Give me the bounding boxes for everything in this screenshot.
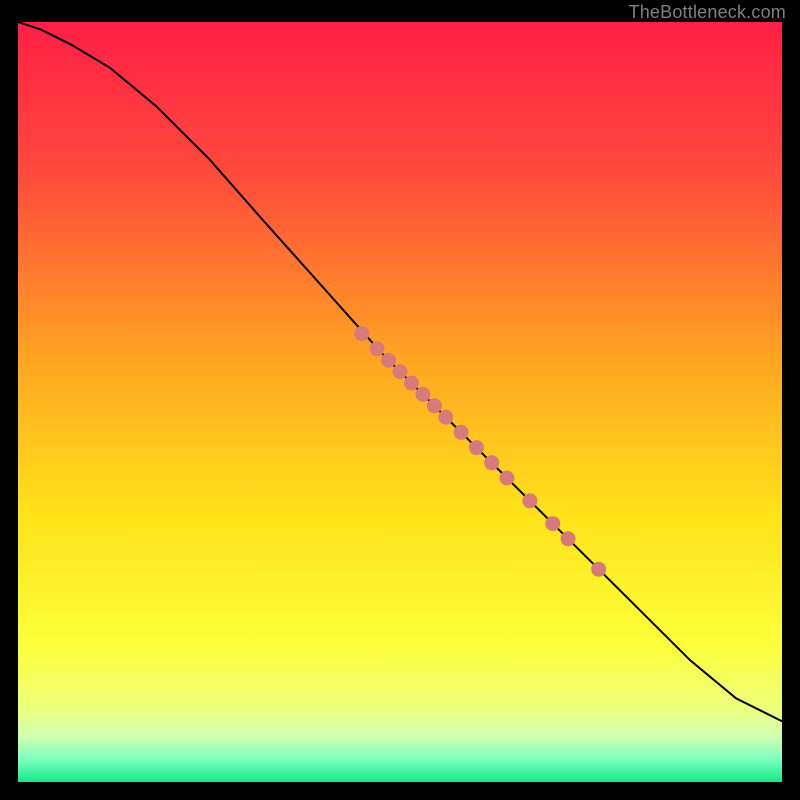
data-marker: [522, 493, 537, 508]
data-marker: [381, 353, 396, 368]
data-marker: [561, 531, 576, 546]
data-marker: [404, 376, 419, 391]
data-marker: [393, 364, 408, 379]
attribution-label: TheBottleneck.com: [629, 2, 786, 23]
chart-frame: TheBottleneck.com: [0, 0, 800, 800]
data-marker: [415, 387, 430, 402]
data-marker: [427, 398, 442, 413]
gradient-background: [18, 22, 782, 782]
data-marker: [484, 455, 499, 470]
data-marker: [545, 516, 560, 531]
data-marker: [469, 440, 484, 455]
data-marker: [354, 326, 369, 341]
data-marker: [370, 341, 385, 356]
data-marker: [499, 471, 514, 486]
plot-area: [18, 22, 782, 782]
data-marker: [454, 425, 469, 440]
chart-svg: [18, 22, 782, 782]
data-marker: [438, 410, 453, 425]
data-marker: [591, 562, 606, 577]
